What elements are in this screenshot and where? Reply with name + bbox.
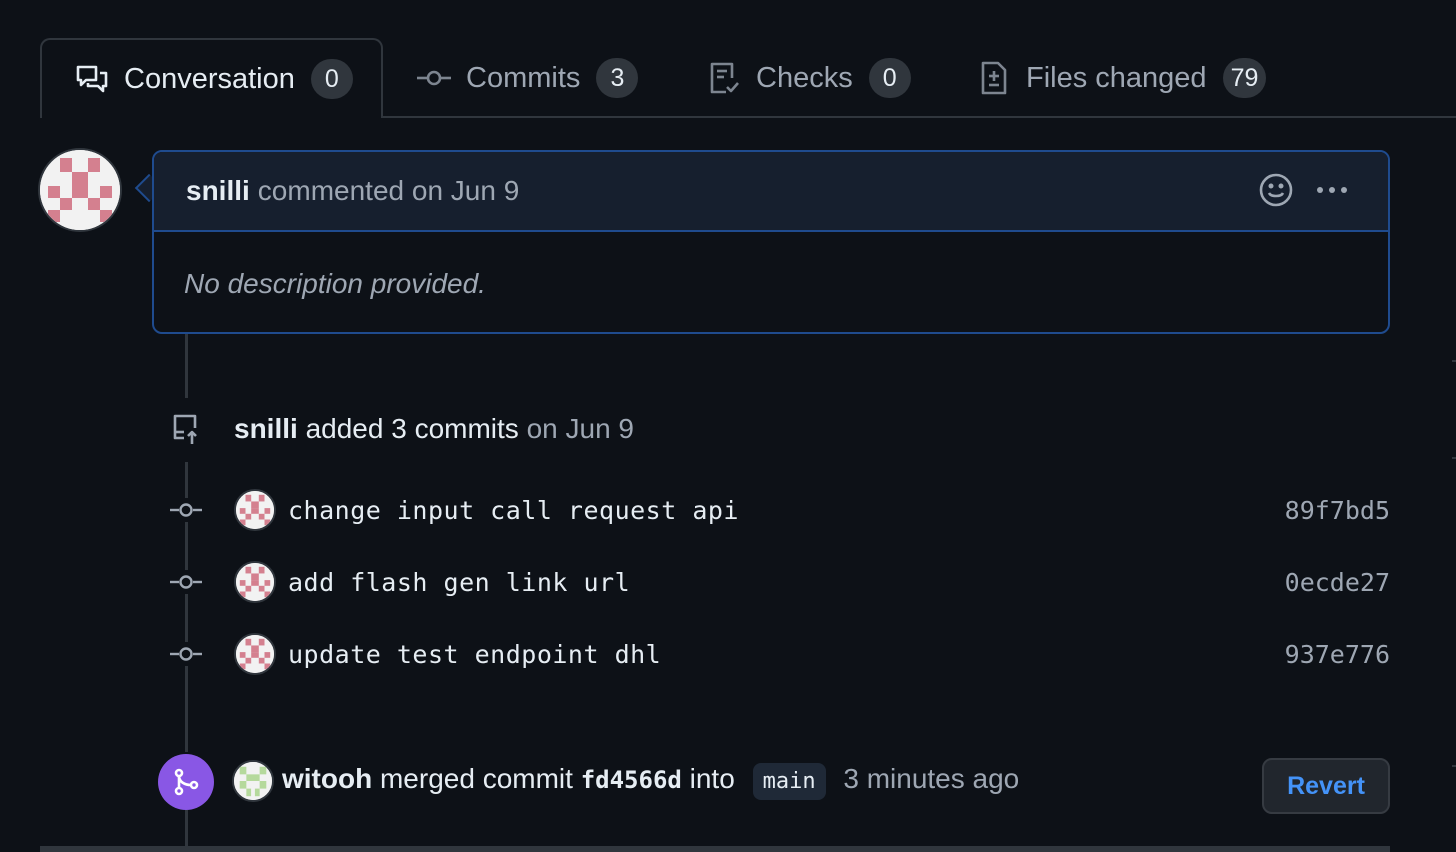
push-date[interactable]: on Jun 9 [527, 413, 634, 444]
edge-mark [1452, 360, 1456, 362]
tab-checks[interactable]: Checks 0 [706, 38, 911, 118]
comment-meta[interactable]: commented on Jun 9 [258, 175, 520, 207]
revert-button[interactable]: Revert [1262, 758, 1390, 814]
comment-discussion-icon [74, 61, 110, 97]
git-commit-icon [168, 570, 204, 594]
timeline-line [185, 810, 188, 846]
commit-row: add flash gen link url 0ecde27 [168, 560, 1390, 604]
commit-row: update test endpoint dhl 937e776 [168, 632, 1390, 676]
push-action: added 3 commits [305, 413, 519, 444]
tab-conversation[interactable]: Conversation 0 [40, 38, 383, 118]
checklist-icon [706, 60, 742, 96]
comment-header: snilli commented on Jun 9 [154, 152, 1388, 232]
smiley-icon[interactable] [1258, 172, 1294, 215]
pr-tabs: Conversation 0 Commits 3 Checks 0 Files … [40, 38, 1456, 118]
commit-message[interactable]: update test endpoint dhl [288, 640, 661, 669]
tab-label: Checks [756, 61, 853, 94]
merge-author[interactable]: witooh [282, 763, 372, 794]
merge-action: merged commit [379, 762, 573, 794]
file-diff-icon [976, 60, 1012, 96]
tab-files-changed[interactable]: Files changed 79 [976, 38, 1267, 118]
tab-counter: 0 [310, 59, 353, 99]
commit-message[interactable]: change input call request api [288, 496, 739, 525]
tab-label: Commits [466, 61, 581, 94]
merge-time[interactable]: 3 minutes ago [843, 763, 1019, 794]
merge-sha[interactable]: fd4566d [581, 766, 682, 794]
commit-sha[interactable]: 937e776 [1285, 640, 1390, 669]
comment-author[interactable]: snilli [186, 175, 250, 207]
git-commit-icon [168, 498, 204, 522]
tab-label: Files changed [1026, 61, 1207, 94]
commit-sha[interactable]: 89f7bd5 [1285, 496, 1390, 525]
branch-tag[interactable]: main [752, 762, 826, 800]
avatar[interactable] [38, 148, 122, 232]
tab-label: Conversation [124, 62, 295, 95]
edge-mark [1452, 765, 1456, 767]
tab-commits[interactable]: Commits 3 [416, 38, 639, 118]
commit-message[interactable]: add flash gen link url [288, 568, 630, 597]
commit-sha[interactable]: 0ecde27 [1285, 568, 1390, 597]
bottom-divider [40, 846, 1390, 852]
push-event: snilli added 3 commits on Jun 9 [168, 408, 634, 450]
timeline-line [185, 334, 188, 398]
tab-counter: 0 [868, 58, 911, 98]
git-commit-icon [416, 60, 452, 96]
edge-mark [1452, 457, 1456, 459]
commit-row: change input call request api 89f7bd5 [168, 488, 1390, 532]
merge-event: witooh merged commit fd4566d into main 3… [232, 758, 1019, 804]
avatar[interactable] [234, 561, 276, 603]
comment-body: No description provided. [184, 268, 486, 299]
tab-counter: 79 [1222, 58, 1267, 98]
avatar[interactable] [232, 760, 274, 802]
kebab-horizontal-icon[interactable] [1314, 172, 1350, 215]
avatar[interactable] [234, 633, 276, 675]
git-commit-icon [168, 642, 204, 666]
push-author[interactable]: snilli [234, 413, 298, 444]
merge-into: into [689, 762, 735, 794]
repo-push-icon [168, 412, 204, 446]
avatar[interactable] [234, 489, 276, 531]
comment-actions [1258, 172, 1350, 215]
tab-counter: 3 [596, 58, 639, 98]
comment-box: snilli commented on Jun 9 No description… [152, 150, 1390, 334]
git-merge-icon [158, 754, 214, 810]
